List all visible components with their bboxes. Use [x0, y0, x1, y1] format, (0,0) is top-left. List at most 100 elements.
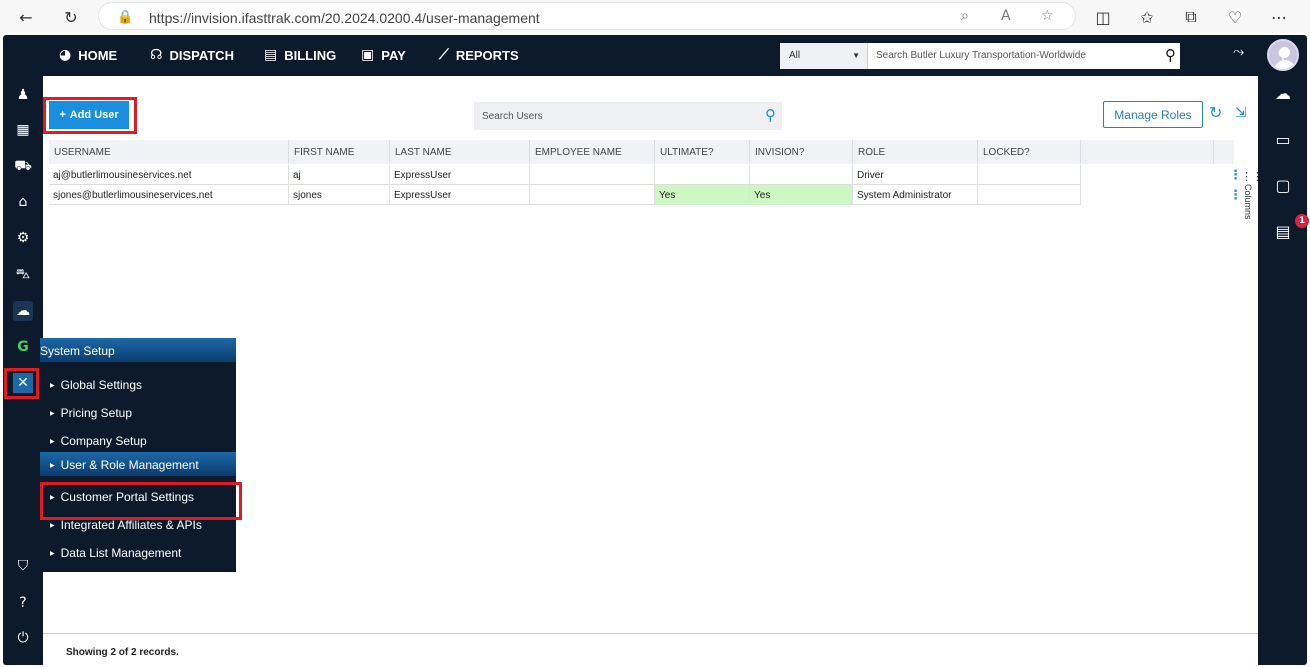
power-icon[interactable]: ⏻ — [13, 628, 33, 648]
menu-item-label: Data List Management — [60, 546, 182, 560]
nav-home[interactable]: ◕ HOME — [59, 47, 117, 63]
chat-icon[interactable]: ▢ — [1271, 174, 1295, 196]
column-header-role[interactable]: ROLE — [853, 140, 978, 164]
nav-reports[interactable]: ⟋ REPORTS — [439, 47, 519, 63]
building-icon[interactable]: ▦ — [13, 120, 33, 140]
truck-icon[interactable]: ⛟ — [13, 157, 33, 177]
cell-invision — [750, 165, 853, 185]
menu-item-label: Global Settings — [60, 378, 143, 392]
back-arrow-icon[interactable]: ← — [13, 4, 39, 30]
g-logo-icon[interactable]: G — [13, 337, 33, 357]
collections-icon[interactable]: ⧉ — [1178, 4, 1204, 30]
cell-employee-name — [530, 185, 655, 205]
org-chart-icon[interactable]: ♟ — [13, 85, 33, 105]
nav-pay-label: PAY — [381, 47, 406, 63]
search-scope-select[interactable]: All ▼ — [780, 43, 868, 69]
highlight-add-user-box — [43, 97, 137, 134]
menu-item-pricing-setup[interactable]: ▶ Pricing Setup — [50, 406, 132, 420]
shield-icon[interactable]: ⛉ — [13, 556, 33, 576]
nav-billing[interactable]: ▤ BILLING — [264, 47, 336, 63]
cloud-icon[interactable]: ☁ — [1271, 82, 1295, 104]
global-search: All ▼ Search Butler Luxury Transportation… — [780, 43, 1180, 69]
bullet-icon: ▶ — [50, 382, 55, 389]
notification-badge: 1 — [1295, 214, 1309, 228]
column-header-username[interactable]: USERNAME — [49, 140, 289, 164]
help-icon[interactable]: ? — [13, 593, 33, 613]
search-icon[interactable]: ⚲ — [1165, 46, 1176, 64]
nav-home-label: HOME — [78, 47, 118, 63]
global-search-input[interactable]: Search Butler Luxury Transportation-Worl… — [876, 50, 1086, 61]
favorites-icon[interactable]: ✩ — [1134, 4, 1160, 30]
system-setup-menu: System Setup ▶ Global Settings ▶ Pricing S… — [40, 338, 236, 572]
more-menu-icon[interactable]: ⋯ — [1266, 4, 1292, 30]
route-icon[interactable]: ⤳ — [1233, 43, 1253, 63]
column-header-employee-name[interactable]: EMPLOYEE NAME — [530, 140, 655, 164]
invoice-icon: ▤ — [264, 47, 278, 63]
menu-item-label: User & Role Management — [60, 458, 199, 472]
monitor-icon[interactable]: ▭ — [1271, 128, 1295, 150]
notifications-icon[interactable]: ▤ 1 — [1271, 214, 1309, 242]
system-setup-header[interactable]: System Setup — [40, 338, 236, 362]
cell-username: sjones@butlerlimousineservices.net — [49, 185, 289, 205]
money-icon: ▣ — [361, 47, 375, 63]
lock-icon: 🔒 — [117, 9, 134, 24]
columns-panel-toggle[interactable]: ⋮⋮ Columns — [1241, 170, 1263, 230]
right-sidebar: ⚲ ☁ ▭ ▢ ▤ 1 — [1259, 35, 1309, 665]
cell-last-name: ExpressUser — [390, 185, 530, 205]
cell-invision: Yes — [750, 185, 853, 205]
column-header-invision[interactable]: INVISION? — [750, 140, 853, 164]
top-navigation: ◕ HOME ☊ DISPATCH ▤ BILLING ▣ PAY ⟋ REPORTS A… — [43, 35, 1299, 75]
columns-panel-label: Columns — [1243, 184, 1253, 220]
menu-item-company-setup[interactable]: ▶ Company Setup — [50, 434, 147, 448]
menu-item-global-settings[interactable]: ▶ Global Settings — [50, 378, 142, 392]
column-header-last-name[interactable]: LAST NAME — [390, 140, 530, 164]
pin-icon[interactable]: ⚲ — [1271, 43, 1295, 65]
caret-down-icon: ▼ — [852, 51, 860, 60]
search-icon[interactable]: ⚲ — [765, 106, 776, 124]
table-row[interactable]: aj@butlerlimousineservices.net aj Expres… — [49, 165, 1081, 185]
menu-item-user-role-management[interactable]: ▶ User & Role Management — [50, 458, 199, 472]
table-row[interactable]: sjones@butlerlimousineservices.net sjone… — [49, 185, 1081, 205]
column-header-ultimate[interactable]: ULTIMATE? — [655, 140, 750, 164]
bus-icon[interactable]: ⛍ — [13, 265, 33, 285]
manage-roles-button[interactable]: Manage Roles — [1103, 101, 1203, 128]
records-count: Showing 2 of 2 records. — [66, 647, 179, 658]
menu-item-data-list-management[interactable]: ▶ Data List Management — [50, 546, 181, 560]
menu-item-integrated-affiliates[interactable]: ▶ Integrated Affiliates & APIs — [50, 518, 202, 532]
favorite-star-icon[interactable]: ☆ — [1041, 8, 1054, 24]
inbox-icon[interactable]: ⌂ — [13, 192, 33, 212]
cell-role: Driver — [853, 165, 978, 185]
cell-first-name: aj — [289, 165, 390, 185]
search-users-input[interactable]: Search Users ⚲ — [474, 102, 782, 130]
reload-icon[interactable]: ↻ — [58, 4, 84, 30]
cell-last-name: ExpressUser — [390, 165, 530, 185]
split-screen-icon[interactable]: ◫ — [1090, 4, 1116, 30]
nav-dispatch[interactable]: ☊ DISPATCH — [150, 47, 234, 63]
bullet-icon: ▶ — [50, 550, 55, 557]
chart-icon: ⟋ — [439, 47, 449, 63]
nav-pay[interactable]: ▣ PAY — [361, 47, 406, 63]
cell-ultimate — [655, 165, 750, 185]
row-actions-kebab-icon[interactable]: ⋮ — [1229, 188, 1242, 204]
row-actions-kebab-icon[interactable]: ⋮ — [1229, 168, 1242, 184]
zoom-icon[interactable]: ⌕ — [961, 8, 969, 24]
read-aloud-icon[interactable]: A — [1001, 8, 1011, 24]
cell-first-name: sjones — [289, 185, 390, 205]
bullet-icon: ▶ — [50, 522, 55, 529]
highlight-tools-box — [4, 368, 39, 399]
address-bar[interactable]: 🔒 https://invision.ifasttrak.com/20.2024… — [98, 2, 1076, 30]
column-header-first-name[interactable]: FIRST NAME — [289, 140, 390, 164]
column-header-locked[interactable]: LOCKED? — [978, 140, 1081, 164]
cell-username: aj@butlerlimousineservices.net — [49, 165, 289, 185]
url-text: https://invision.ifasttrak.com/20.2024.0… — [149, 10, 540, 26]
export-icon[interactable]: ⇲ — [1235, 105, 1247, 121]
cloud-sync-icon[interactable]: ☁ — [13, 301, 33, 321]
cell-ultimate: Yes — [655, 185, 750, 205]
cogs-icon[interactable]: ⚙ — [13, 228, 33, 248]
bullet-icon: ▶ — [50, 410, 55, 417]
cell-locked — [978, 185, 1081, 205]
cell-employee-name — [530, 165, 655, 185]
bullet-icon: ▶ — [50, 462, 55, 469]
refresh-icon[interactable]: ↻ — [1209, 103, 1222, 122]
health-icon[interactable]: ♡ — [1222, 4, 1248, 30]
